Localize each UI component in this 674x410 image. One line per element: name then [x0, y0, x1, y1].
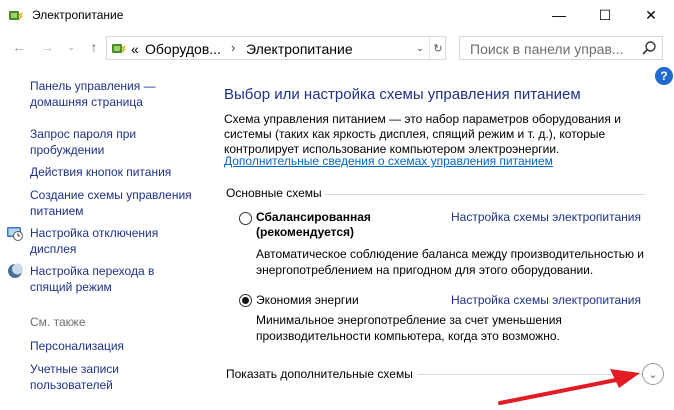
back-button[interactable]: ←: [10, 38, 28, 56]
expand-chevron-icon[interactable]: ⌄: [642, 363, 664, 385]
address-dropdown[interactable]: ⌄: [412, 37, 428, 59]
tasks-pane: Панель управления — домашняя страница За…: [0, 64, 210, 410]
minimize-button[interactable]: —: [536, 0, 582, 30]
search-icon[interactable]: [641, 40, 657, 56]
preferred-plans-label: Основные схемы: [226, 186, 322, 200]
sidebar-item-user-accounts[interactable]: Учетные записи пользователей: [30, 361, 140, 393]
balanced-plan-radio[interactable]: [239, 212, 252, 225]
up-button[interactable]: ↑: [85, 38, 103, 56]
see-also-label: См. также: [30, 315, 86, 329]
balanced-plan-name[interactable]: Сбалансированная (рекомендуется): [256, 210, 416, 240]
search-box[interactable]: Поиск в панели управ...: [459, 36, 663, 60]
sidebar-item-power-buttons[interactable]: Действия кнопок питания: [30, 164, 200, 180]
group-divider: [325, 194, 645, 195]
forward-button[interactable]: →: [38, 38, 56, 56]
more-plans-divider: [418, 374, 643, 375]
title-bar: Электропитание — ☐ ✕: [0, 0, 674, 30]
main-content: ? Выбор или настройка схемы управления п…: [210, 64, 674, 410]
sidebar-item-display-off[interactable]: Настройка отключения дисплея: [30, 225, 190, 257]
balanced-plan-description: Автоматическое соблюдение баланса между …: [256, 247, 645, 277]
sleep-moon-icon: [8, 263, 23, 278]
balanced-plan-settings-link[interactable]: Настройка схемы электропитания: [451, 210, 641, 224]
power-saver-plan-radio[interactable]: [239, 294, 252, 307]
sidebar-item-personalization[interactable]: Персонализация: [30, 338, 190, 354]
sidebar-item-wake-password[interactable]: Запрос пароля при пробуждении: [30, 126, 180, 158]
search-input[interactable]: Поиск в панели управ...: [470, 41, 624, 57]
power-plans-info-link[interactable]: Дополнительные сведения о схемах управле…: [224, 154, 553, 168]
power-saver-plan-name[interactable]: Экономия энергии: [256, 293, 359, 308]
breadcrumb-power-options[interactable]: Электропитание: [246, 41, 353, 57]
window-title: Электропитание: [32, 8, 124, 22]
breadcrumb-overflow[interactable]: «: [131, 41, 139, 57]
refresh-button[interactable]: ↻: [429, 37, 446, 59]
show-more-plans-label[interactable]: Показать дополнительные схемы: [226, 367, 413, 381]
sidebar-item-sleep-settings[interactable]: Настройка перехода в спящий режим: [30, 263, 180, 295]
sidebar-item-create-plan[interactable]: Создание схемы управления питанием: [30, 187, 200, 219]
breadcrumb-separator[interactable]: ›: [231, 40, 235, 55]
page-description: Схема управления питанием — это набор па…: [224, 112, 621, 156]
power-options-icon: [9, 11, 23, 21]
navigation-bar: ← → ⌄ ↑ « Оборудов... › Электропитание ⌄…: [0, 30, 674, 64]
power-saver-plan-settings-link[interactable]: Настройка схемы электропитания: [451, 293, 641, 307]
control-panel-icon: [112, 44, 126, 54]
display-timer-icon: [7, 227, 23, 241]
recent-locations-dropdown[interactable]: ⌄: [62, 38, 80, 56]
maximize-button[interactable]: ☐: [582, 0, 628, 30]
control-panel-home-link[interactable]: Панель управления — домашняя страница: [30, 78, 190, 110]
help-icon[interactable]: ?: [655, 67, 673, 85]
address-bar[interactable]: « Оборудов... › Электропитание ⌄ ↻: [106, 36, 446, 60]
breadcrumb-hardware[interactable]: Оборудов...: [145, 41, 221, 57]
power-saver-plan-description: Минимальное энергопотребление за счет ум…: [256, 313, 562, 343]
page-title: Выбор или настройка схемы управления пит…: [224, 86, 581, 103]
close-button[interactable]: ✕: [628, 0, 674, 30]
